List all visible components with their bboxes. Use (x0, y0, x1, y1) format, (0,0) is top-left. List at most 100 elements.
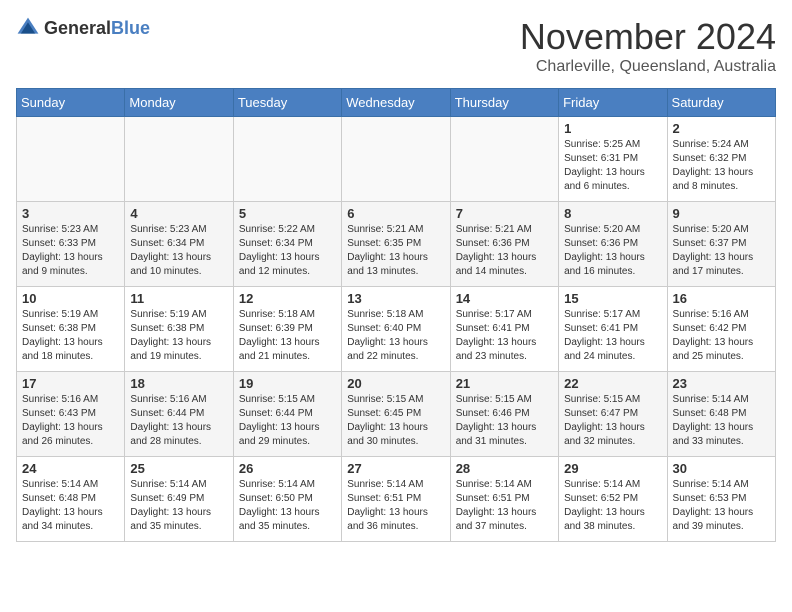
calendar-cell (125, 117, 233, 202)
weekday-header: Wednesday (342, 89, 450, 117)
day-info: Sunrise: 5:14 AM Sunset: 6:51 PM Dayligh… (456, 478, 553, 534)
day-number: 2 (673, 121, 770, 136)
calendar-cell: 25 Sunrise: 5:14 AM Sunset: 6:49 PM Dayli… (125, 457, 233, 542)
day-number: 30 (673, 461, 770, 476)
day-number: 8 (564, 206, 661, 221)
day-info: Sunrise: 5:14 AM Sunset: 6:49 PM Dayligh… (130, 478, 227, 534)
day-number: 4 (130, 206, 227, 221)
logo-text-blue: Blue (111, 18, 150, 38)
day-info: Sunrise: 5:22 AM Sunset: 6:34 PM Dayligh… (239, 223, 336, 279)
day-number: 25 (130, 461, 227, 476)
day-number: 17 (22, 376, 119, 391)
day-number: 24 (22, 461, 119, 476)
calendar-cell: 11 Sunrise: 5:19 AM Sunset: 6:38 PM Dayli… (125, 287, 233, 372)
calendar-cell: 4 Sunrise: 5:23 AM Sunset: 6:34 PM Daylig… (125, 202, 233, 287)
calendar-table: SundayMondayTuesdayWednesdayThursdayFrid… (16, 88, 776, 542)
day-info: Sunrise: 5:16 AM Sunset: 6:43 PM Dayligh… (22, 393, 119, 449)
day-info: Sunrise: 5:19 AM Sunset: 6:38 PM Dayligh… (130, 308, 227, 364)
day-info: Sunrise: 5:14 AM Sunset: 6:50 PM Dayligh… (239, 478, 336, 534)
weekday-header: Monday (125, 89, 233, 117)
day-info: Sunrise: 5:14 AM Sunset: 6:53 PM Dayligh… (673, 478, 770, 534)
calendar-cell: 30 Sunrise: 5:14 AM Sunset: 6:53 PM Dayli… (667, 457, 775, 542)
calendar-cell: 8 Sunrise: 5:20 AM Sunset: 6:36 PM Daylig… (559, 202, 667, 287)
calendar-cell (233, 117, 341, 202)
location-title: Charleville, Queensland, Australia (520, 58, 776, 76)
day-info: Sunrise: 5:15 AM Sunset: 6:46 PM Dayligh… (456, 393, 553, 449)
month-title: November 2024 (520, 16, 776, 58)
day-number: 26 (239, 461, 336, 476)
calendar-cell: 17 Sunrise: 5:16 AM Sunset: 6:43 PM Dayli… (17, 372, 125, 457)
day-info: Sunrise: 5:16 AM Sunset: 6:42 PM Dayligh… (673, 308, 770, 364)
day-info: Sunrise: 5:14 AM Sunset: 6:52 PM Dayligh… (564, 478, 661, 534)
logo-icon (16, 16, 40, 40)
day-info: Sunrise: 5:15 AM Sunset: 6:47 PM Dayligh… (564, 393, 661, 449)
day-info: Sunrise: 5:14 AM Sunset: 6:48 PM Dayligh… (22, 478, 119, 534)
day-number: 19 (239, 376, 336, 391)
day-info: Sunrise: 5:16 AM Sunset: 6:44 PM Dayligh… (130, 393, 227, 449)
day-number: 21 (456, 376, 553, 391)
day-info: Sunrise: 5:18 AM Sunset: 6:39 PM Dayligh… (239, 308, 336, 364)
calendar-cell: 12 Sunrise: 5:18 AM Sunset: 6:39 PM Dayli… (233, 287, 341, 372)
calendar-cell: 26 Sunrise: 5:14 AM Sunset: 6:50 PM Dayli… (233, 457, 341, 542)
day-info: Sunrise: 5:25 AM Sunset: 6:31 PM Dayligh… (564, 138, 661, 194)
calendar-cell: 23 Sunrise: 5:14 AM Sunset: 6:48 PM Dayli… (667, 372, 775, 457)
day-number: 10 (22, 291, 119, 306)
day-number: 29 (564, 461, 661, 476)
day-number: 28 (456, 461, 553, 476)
day-info: Sunrise: 5:18 AM Sunset: 6:40 PM Dayligh… (347, 308, 444, 364)
day-number: 16 (673, 291, 770, 306)
calendar-cell: 16 Sunrise: 5:16 AM Sunset: 6:42 PM Dayli… (667, 287, 775, 372)
day-info: Sunrise: 5:23 AM Sunset: 6:34 PM Dayligh… (130, 223, 227, 279)
day-number: 15 (564, 291, 661, 306)
day-number: 22 (564, 376, 661, 391)
day-info: Sunrise: 5:15 AM Sunset: 6:45 PM Dayligh… (347, 393, 444, 449)
weekday-header: Tuesday (233, 89, 341, 117)
day-number: 5 (239, 206, 336, 221)
day-number: 7 (456, 206, 553, 221)
day-number: 23 (673, 376, 770, 391)
calendar-cell: 28 Sunrise: 5:14 AM Sunset: 6:51 PM Dayli… (450, 457, 558, 542)
day-info: Sunrise: 5:23 AM Sunset: 6:33 PM Dayligh… (22, 223, 119, 279)
calendar-cell: 24 Sunrise: 5:14 AM Sunset: 6:48 PM Dayli… (17, 457, 125, 542)
weekday-header: Saturday (667, 89, 775, 117)
calendar-cell: 18Sunrise: 5:16 AM Sunset: 6:44 PM Dayli… (125, 372, 233, 457)
calendar-cell: 27 Sunrise: 5:14 AM Sunset: 6:51 PM Dayli… (342, 457, 450, 542)
calendar-cell: 2 Sunrise: 5:24 AM Sunset: 6:32 PM Daylig… (667, 117, 775, 202)
calendar-cell: 21 Sunrise: 5:15 AM Sunset: 6:46 PM Dayli… (450, 372, 558, 457)
calendar-cell: 22 Sunrise: 5:15 AM Sunset: 6:47 PM Dayli… (559, 372, 667, 457)
day-number: 13 (347, 291, 444, 306)
day-info: Sunrise: 5:14 AM Sunset: 6:48 PM Dayligh… (673, 393, 770, 449)
calendar-cell: 20 Sunrise: 5:15 AM Sunset: 6:45 PM Dayli… (342, 372, 450, 457)
weekday-header: Sunday (17, 89, 125, 117)
day-number: 3 (22, 206, 119, 221)
calendar-cell: 10 Sunrise: 5:19 AM Sunset: 6:38 PM Dayli… (17, 287, 125, 372)
day-number: 20 (347, 376, 444, 391)
calendar-cell: 13 Sunrise: 5:18 AM Sunset: 6:40 PM Dayli… (342, 287, 450, 372)
day-info: Sunrise: 5:17 AM Sunset: 6:41 PM Dayligh… (456, 308, 553, 364)
day-info: Sunrise: 5:20 AM Sunset: 6:37 PM Dayligh… (673, 223, 770, 279)
calendar-cell: 15Sunrise: 5:17 AM Sunset: 6:41 PM Dayli… (559, 287, 667, 372)
day-number: 9 (673, 206, 770, 221)
day-number: 27 (347, 461, 444, 476)
day-info: Sunrise: 5:15 AM Sunset: 6:44 PM Dayligh… (239, 393, 336, 449)
day-info: Sunrise: 5:21 AM Sunset: 6:35 PM Dayligh… (347, 223, 444, 279)
day-info: Sunrise: 5:14 AM Sunset: 6:51 PM Dayligh… (347, 478, 444, 534)
day-number: 6 (347, 206, 444, 221)
day-number: 12 (239, 291, 336, 306)
day-info: Sunrise: 5:20 AM Sunset: 6:36 PM Dayligh… (564, 223, 661, 279)
calendar-cell (342, 117, 450, 202)
calendar-cell: 14Sunrise: 5:17 AM Sunset: 6:41 PM Dayli… (450, 287, 558, 372)
weekday-header: Friday (559, 89, 667, 117)
calendar-cell: 7 Sunrise: 5:21 AM Sunset: 6:36 PM Daylig… (450, 202, 558, 287)
header: GeneralBlue November 2024 Charleville, Q… (16, 16, 776, 76)
logo-text-general: General (44, 18, 111, 38)
calendar-cell: 9 Sunrise: 5:20 AM Sunset: 6:37 PM Daylig… (667, 202, 775, 287)
logo: GeneralBlue (16, 16, 150, 40)
day-number: 11 (130, 291, 227, 306)
day-info: Sunrise: 5:24 AM Sunset: 6:32 PM Dayligh… (673, 138, 770, 194)
calendar-cell: 6 Sunrise: 5:21 AM Sunset: 6:35 PM Daylig… (342, 202, 450, 287)
calendar-cell: 1Sunrise: 5:25 AM Sunset: 6:31 PM Daylig… (559, 117, 667, 202)
day-info: Sunrise: 5:19 AM Sunset: 6:38 PM Dayligh… (22, 308, 119, 364)
day-info: Sunrise: 5:21 AM Sunset: 6:36 PM Dayligh… (456, 223, 553, 279)
weekday-header: Thursday (450, 89, 558, 117)
